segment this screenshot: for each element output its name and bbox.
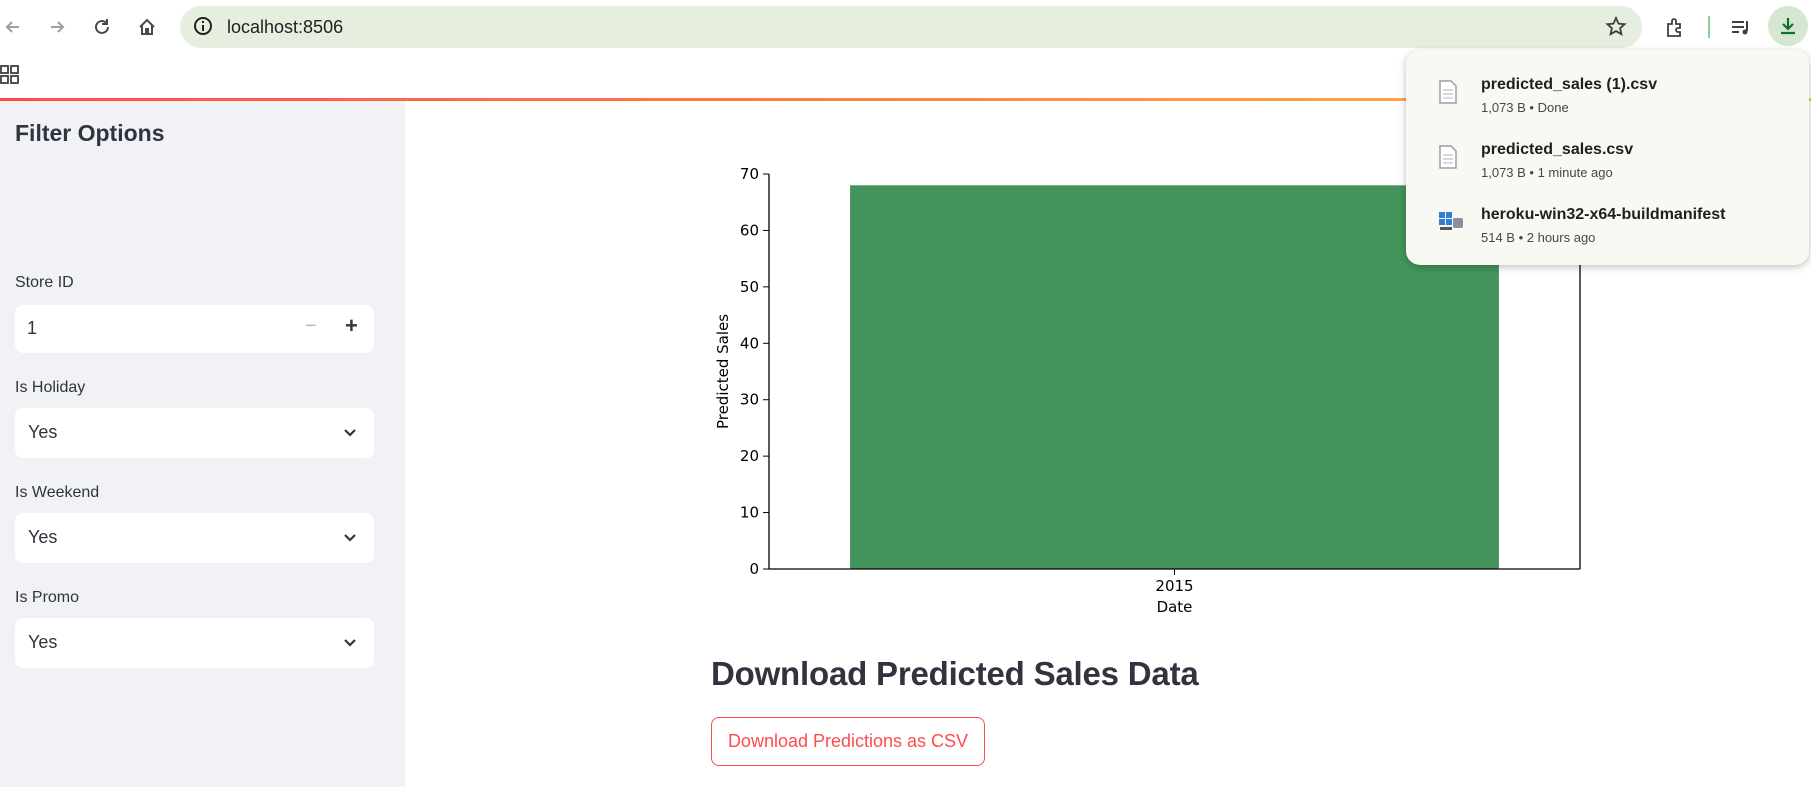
y-tick-label: 30 [740,391,759,409]
site-info-icon[interactable] [192,15,214,42]
download-icon [1781,18,1795,35]
chart-bar [850,185,1499,570]
store-id-value: 1 [27,318,38,338]
is-promo-label: Is Promo [15,589,80,606]
chevron-down-icon [344,639,356,647]
sidebar-title: Filter Options [15,120,165,146]
download-item[interactable]: predicted_sales.csv 1,073 B • 1 minute a… [1406,128,1809,188]
y-tick-label: 10 [740,504,759,522]
y-axis-label: Predicted Sales [714,314,732,429]
y-tick-label: 0 [749,560,759,578]
browser-toolbar: localhost:8506 [0,0,1811,55]
address-bar[interactable]: localhost:8506 [180,6,1642,48]
download-csv-button[interactable]: Download Predictions as CSV [711,717,985,766]
decrement-button[interactable]: − [305,315,317,338]
download-item[interactable]: predicted_sales (1).csv 1,073 B • Done [1406,63,1809,123]
extensions-icon[interactable] [1656,9,1694,47]
downloads-button[interactable] [1768,6,1808,46]
apps-grid-icon[interactable] [0,65,20,90]
is-holiday-select[interactable]: Yes [15,408,374,458]
chevron-down-icon [344,534,356,542]
store-id-label: Store ID [15,274,74,291]
download-filename: predicted_sales (1).csv [1481,76,1658,93]
reload-icon[interactable] [85,10,119,44]
y-tick-label: 50 [740,278,759,296]
home-icon[interactable] [130,10,164,44]
bookmark-star-icon[interactable] [1604,15,1628,44]
document-icon [1438,145,1458,174]
chevron-down-icon [344,429,356,437]
is-promo-select[interactable]: Yes [15,618,374,668]
x-tick-label: 2015 [1155,577,1193,595]
downloads-panel: predicted_sales (1).csv 1,073 B • Done p… [1406,50,1809,265]
url-text: localhost:8506 [227,17,344,37]
download-filename: predicted_sales.csv [1481,141,1634,158]
y-tick-label: 20 [740,447,759,465]
is-weekend-label: Is Weekend [15,484,100,501]
back-icon[interactable] [0,10,30,44]
y-tick-label: 60 [740,221,759,239]
document-icon [1438,80,1458,109]
windows-installer-icon [1438,210,1464,237]
download-item[interactable]: heroku-win32-x64-buildmanifest 514 B • 2… [1406,193,1809,253]
download-meta: 1,073 B • 1 minute ago [1481,165,1613,180]
store-id-input[interactable]: 1 − + [15,305,374,353]
is-weekend-value: Yes [28,527,58,547]
y-tick-label: 70 [740,165,759,183]
download-meta: 1,073 B • Done [1481,100,1569,115]
download-meta: 514 B • 2 hours ago [1481,230,1596,245]
media-controls-icon[interactable] [1722,9,1760,47]
is-holiday-value: Yes [28,422,58,442]
is-weekend-select[interactable]: Yes [15,513,374,563]
x-axis-label: Date [1157,598,1193,616]
toolbar-separator [1708,16,1710,38]
forward-icon[interactable] [40,10,74,44]
increment-button[interactable]: + [345,313,358,339]
download-heading: Download Predicted Sales Data [711,655,1199,692]
is-holiday-label: Is Holiday [15,379,86,396]
is-promo-value: Yes [28,632,58,652]
y-tick-label: 40 [740,334,759,352]
download-filename: heroku-win32-x64-buildmanifest [1481,206,1726,223]
